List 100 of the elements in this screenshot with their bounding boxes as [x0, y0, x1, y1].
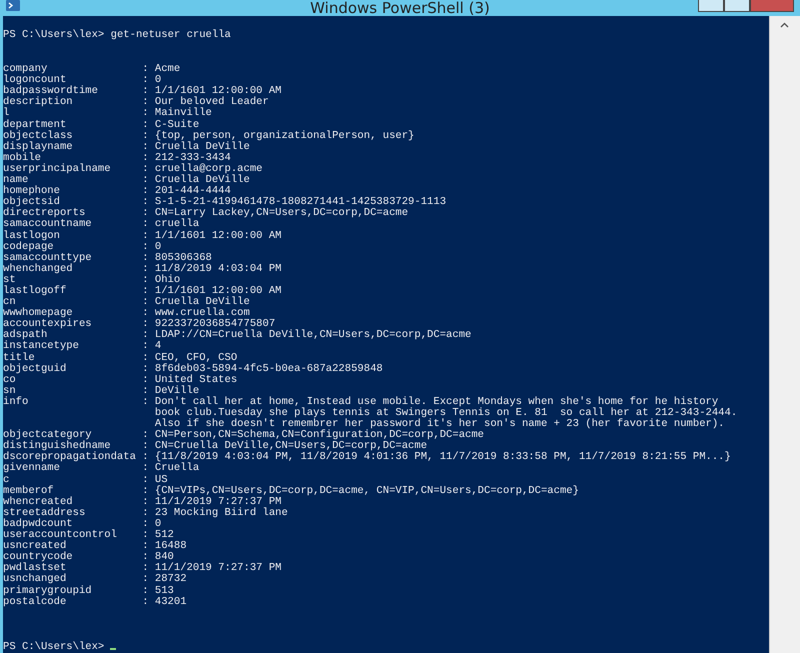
- colon-separator: :: [142, 541, 150, 552]
- colon-separator: :: [142, 530, 150, 542]
- property-name: whencreated: [3, 496, 73, 508]
- property-name: useraccountcontrol: [3, 530, 118, 542]
- property-value: Also if she doesn't remembrer her password it's her son's name + 23 (her favorite number).: [154, 419, 726, 430]
- command-prompt: PS C:\Users\lex>: [3, 640, 104, 653]
- colon-separator: :: [142, 319, 150, 330]
- property-value: Acme: [154, 64, 182, 76]
- colon-separator: :: [142, 130, 150, 142]
- scroll-up-icon[interactable]: [780, 22, 789, 28]
- property-name: instancetype: [3, 341, 80, 352]
- property-value: 512: [154, 530, 174, 542]
- property-name: displayname: [3, 142, 74, 153]
- colon-separator: :: [142, 441, 150, 452]
- colon-separator: :: [142, 486, 150, 497]
- property-value: book club.Tuesday she plays tennis at Swingers Tennis on E. 81 so call her at 212-343-2444.: [154, 408, 738, 419]
- property-value: 212-333-3434: [154, 152, 231, 164]
- powershell-icon: [6, 0, 20, 11]
- property-name: distinguishedname: [3, 441, 111, 452]
- property-name: userprincipalname: [3, 164, 112, 176]
- property-name: postalcode: [3, 596, 68, 608]
- colon-separator: :: [142, 186, 150, 198]
- minimize-button[interactable]: [698, 0, 724, 12]
- colon-separator: :: [142, 164, 150, 176]
- colon-separator: :: [142, 120, 150, 131]
- property-name: primarygroupid: [3, 586, 93, 596]
- property-name: accountexpires: [3, 319, 93, 330]
- property-name: sn: [3, 386, 16, 397]
- property-value: 16488: [154, 541, 188, 552]
- scrollbar[interactable]: [769, 16, 800, 653]
- property-name: whenchanged: [3, 264, 74, 275]
- colon-separator: :: [142, 264, 150, 275]
- property-value: cruella: [154, 219, 200, 230]
- property-value: 9223372036854775807: [154, 319, 276, 330]
- colon-separator: :: [142, 374, 150, 386]
- property-value: Cruella DeVille: [154, 297, 251, 308]
- property-name: description: [3, 97, 74, 108]
- property-value: 1/1/1601 12:00:00 AM: [154, 230, 282, 242]
- maximize-button[interactable]: [724, 0, 750, 12]
- colon-separator: :: [142, 274, 150, 286]
- property-value: {top, person, organizationalPerson, user}: [154, 130, 416, 142]
- property-value: Don't call her at home, Instead use mobile. Except Mondays when she's home for he history: [154, 396, 720, 408]
- property-value: 11/1/2019 7:27:37 PM: [154, 496, 282, 508]
- colon-separator: :: [142, 364, 150, 375]
- colon-separator: :: [142, 386, 150, 397]
- property-name: objectcategory: [3, 430, 92, 442]
- property-name: lastlogon: [3, 230, 61, 242]
- property-name: lastlogoff: [3, 286, 68, 298]
- property-name: usnchanged: [3, 574, 66, 586]
- property-value: C-Suite: [154, 120, 200, 131]
- property-value: 0: [154, 242, 162, 253]
- colon-separator: :: [142, 508, 150, 519]
- colon-separator: :: [142, 396, 150, 408]
- property-value: Cruella DeVille: [154, 175, 251, 186]
- property-name: codepage: [3, 242, 55, 253]
- colon-separator: :: [142, 430, 150, 442]
- property-name: wwwhomepage: [3, 308, 73, 320]
- property-name: badpwdcount: [3, 518, 73, 530]
- property-name: streetaddress: [3, 508, 86, 519]
- colon-separator: :: [142, 330, 150, 342]
- colon-separator: :: [142, 64, 150, 76]
- colon-separator: :: [142, 75, 150, 86]
- colon-separator: :: [142, 242, 150, 253]
- property-value: DeVille: [154, 386, 200, 397]
- colon-separator: :: [142, 463, 150, 475]
- property-name: company: [3, 64, 48, 76]
- text-cursor: [110, 648, 116, 650]
- property-value: 43201: [154, 596, 188, 608]
- property-name: homephone: [3, 186, 61, 198]
- colon-separator: :: [142, 142, 150, 153]
- property-value: 8f6deb03-5894-4fc5-b0ea-687a22859848: [154, 364, 384, 375]
- property-value: CN=Person,CN=Schema,CN=Configuration,DC=corp,DC=acme: [154, 430, 486, 442]
- colon-separator: :: [142, 596, 150, 608]
- property-name: objectguid: [3, 364, 68, 375]
- colon-separator: :: [142, 208, 150, 220]
- colon-separator: :: [142, 563, 150, 574]
- colon-separator: :: [142, 308, 150, 320]
- property-value: 23 Mocking Biird lane: [154, 508, 289, 519]
- colon-separator: :: [142, 586, 150, 597]
- property-value: Mainville: [154, 108, 213, 120]
- colon-separator: :: [142, 97, 150, 108]
- property-name: objectclass: [3, 130, 74, 142]
- colon-separator: :: [142, 574, 150, 586]
- property-name: name: [3, 175, 28, 186]
- command-text: get-netuser cruella: [110, 29, 231, 41]
- property-name: samaccountname: [3, 219, 93, 230]
- colon-separator: :: [142, 452, 150, 464]
- property-value: Ohio: [154, 274, 180, 286]
- property-name: mobile: [3, 152, 41, 164]
- property-name: givenname: [3, 463, 61, 475]
- property-name: department: [3, 120, 66, 131]
- property-name: cn: [3, 297, 16, 308]
- property-value: Cruella DeVille: [154, 142, 251, 153]
- property-name: directreports: [3, 208, 86, 220]
- property-name: info: [3, 396, 30, 408]
- colon-separator: :: [142, 152, 150, 164]
- property-value: 11/1/2019 7:27:37 PM: [154, 563, 282, 574]
- property-value: S-1-5-21-4199461478-1808271441-1425383729-1113: [154, 197, 448, 208]
- window-title: Windows PowerShell (3): [310, 0, 490, 16]
- property-value: 0: [154, 75, 162, 86]
